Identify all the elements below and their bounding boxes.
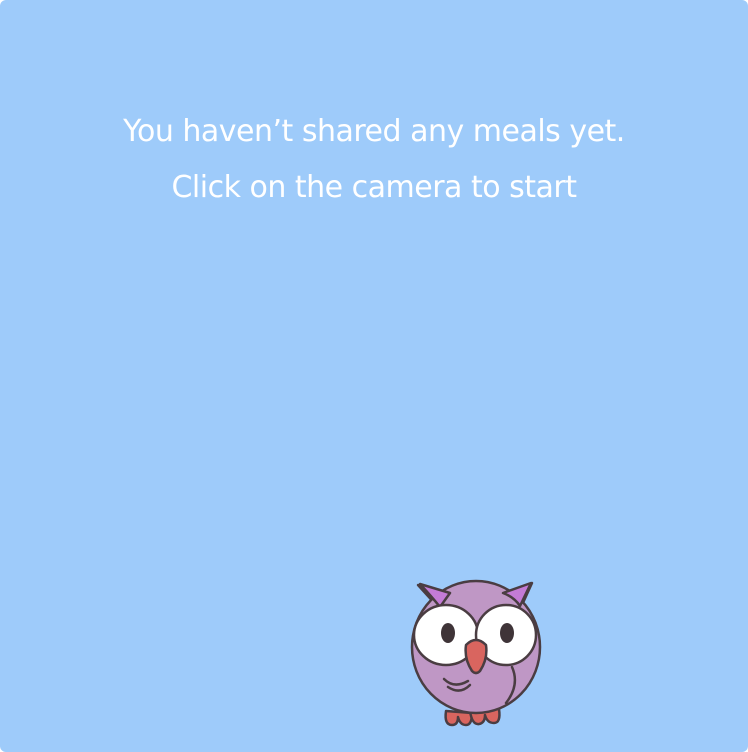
empty-state-line-2: Click on the camera to start [171,170,577,205]
owl-mascot-icon [410,579,542,727]
empty-state-message: You haven’t shared any meals yet. Click … [0,104,748,216]
empty-state-panel: You haven’t shared any meals yet. Click … [0,0,748,752]
empty-state-line-1: You haven’t shared any meals yet. [123,114,625,149]
